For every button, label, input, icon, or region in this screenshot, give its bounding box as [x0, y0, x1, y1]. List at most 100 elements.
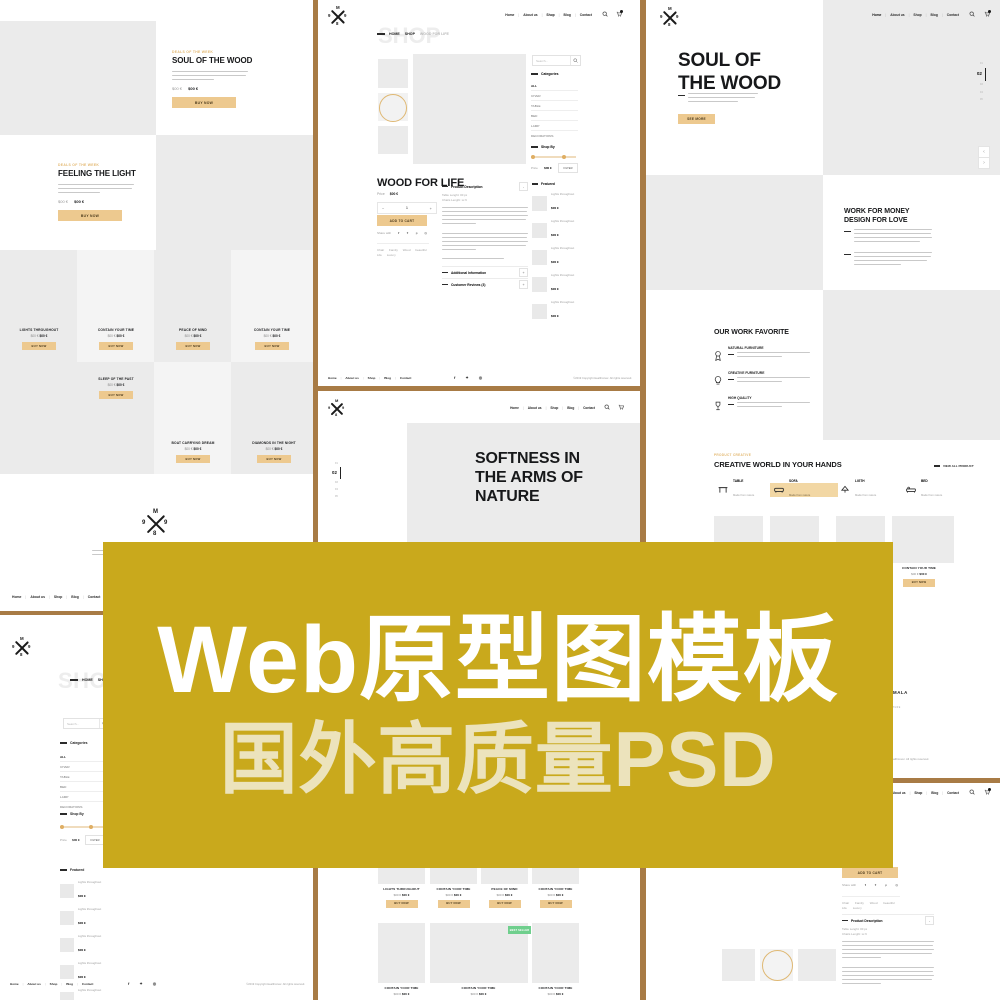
product-tile[interactable]: LIGHTS THROUGHOUT $00 € $00 € BUY NOW — [12, 328, 66, 350]
nav-item-blog[interactable]: Blog — [564, 13, 571, 17]
footer-link[interactable]: Contact — [82, 982, 94, 986]
cart-icon[interactable] — [984, 10, 991, 18]
category-item-lamp[interactable]: LAMP — [531, 121, 578, 131]
filter-button[interactable]: FILTER — [557, 163, 578, 173]
product-tags[interactable]: Chair Family Wood beautiful Life Luxury — [377, 243, 429, 258]
nav-item-shop[interactable]: Shop — [914, 791, 922, 795]
category-tab-bed[interactable]: BED Made from nature — [902, 479, 970, 497]
tag[interactable]: Chair — [842, 901, 849, 905]
cart-icon[interactable] — [616, 10, 623, 18]
product-tile[interactable]: CONTAIN YOUR TIME $00 € $00 € — [527, 986, 584, 996]
featured-item[interactable]: Lights throughout $00 € — [532, 273, 594, 295]
instagram-icon[interactable]: ◎ — [479, 375, 483, 380]
slide-number[interactable]: 03 — [335, 479, 338, 486]
nav-item-about[interactable]: About us — [523, 13, 537, 17]
tag[interactable]: Luxury — [853, 906, 862, 910]
search-input[interactable]: Search... — [532, 55, 581, 66]
featured-item[interactable]: Lights throughout $00 € — [60, 934, 120, 956]
slider-pagination[interactable]: 01 02 03 04 05 — [977, 60, 986, 104]
nav-item-shop[interactable]: Shop — [913, 13, 921, 17]
facebook-icon[interactable]: f — [454, 375, 455, 380]
product-tile[interactable]: PEACE OF MIND $00 € $00 € BUY NOW — [166, 328, 220, 350]
twitter-icon[interactable]: ✦ — [874, 883, 877, 887]
footer-link[interactable]: Blog — [66, 982, 73, 986]
add-to-cart-button[interactable]: ADD TO CART — [842, 867, 898, 878]
footer-link[interactable]: Contact — [88, 595, 101, 599]
nav-item-home[interactable]: Home — [505, 13, 514, 17]
accordion-product-description[interactable]: Product Description - — [442, 181, 528, 192]
quantity-stepper[interactable]: − 1 + — [377, 202, 437, 214]
product-tile[interactable]: CONTAIN YOUR TIME $00 € $00 € BUY NOW — [245, 328, 299, 350]
buy-now-button[interactable]: BUY NOW — [257, 455, 291, 463]
category-item-decorations[interactable]: DECORATIONS — [60, 802, 105, 811]
main-nav[interactable]: Home| About us| Shop| Blog| Contact — [510, 404, 625, 411]
logo-mark[interactable]: M 9 9 8 — [328, 5, 348, 27]
product-tile[interactable]: CONTAIN YOUR TIME $00 € $00 € BUY NOW — [425, 887, 482, 908]
search-icon[interactable] — [602, 11, 608, 18]
featured-item[interactable]: Lights throughout $00 € — [532, 300, 594, 322]
gallery-thumb[interactable] — [722, 949, 755, 981]
buy-now-button[interactable]: BUY NOW — [903, 578, 935, 587]
search-icon[interactable] — [969, 11, 975, 18]
see-more-button[interactable]: SEE MORE — [678, 114, 715, 124]
buy-now-button[interactable]: BUY NOW — [22, 342, 56, 350]
buy-now-button[interactable]: BUY NOW — [99, 342, 133, 350]
featured-item[interactable]: Lights throughout $00 € — [60, 961, 120, 983]
nav-item-shop[interactable]: Shop — [550, 406, 558, 410]
category-item-lamp[interactable]: LAMP — [60, 792, 105, 802]
instagram-icon[interactable]: ◎ — [153, 981, 157, 986]
footer-link[interactable]: About us — [345, 376, 358, 380]
featured-item[interactable]: Lights throughout $00 € — [60, 880, 120, 902]
footer-link[interactable]: Shop — [50, 982, 58, 986]
qty-decrement[interactable]: − — [382, 206, 384, 211]
tag[interactable]: Wood — [403, 248, 411, 252]
tag[interactable]: Wood — [870, 901, 878, 905]
slide-number-active[interactable]: 02 — [977, 67, 986, 81]
category-tab-sofa[interactable]: SOFA Made from nature — [770, 479, 838, 497]
breadcrumb[interactable]: HOME SHOP WOOD FOR LIFE — [377, 32, 449, 36]
footer-nav[interactable]: Home | About us | Shop | Blog | Contact — [10, 982, 93, 986]
buy-now-button[interactable]: BUY NOW — [539, 899, 572, 908]
facebook-icon[interactable]: f — [398, 231, 399, 235]
category-item-bed[interactable]: BED — [531, 111, 578, 121]
deal-buy-now-button[interactable]: BUY NOW — [172, 97, 236, 109]
category-item-all[interactable]: ALL — [60, 752, 105, 762]
footer-nav[interactable]: Home | About us | Shop | Blog | Contact — [328, 376, 411, 380]
tag[interactable]: Chair — [377, 248, 384, 252]
slide-number[interactable]: 03 — [980, 81, 983, 89]
accordion-product-description[interactable]: Product Description - — [842, 914, 934, 926]
accordion-toggle[interactable]: - — [519, 182, 528, 191]
product-tile[interactable]: CONTAIN YOUR TIME $00 € $00 € — [450, 986, 507, 996]
nav-item-blog[interactable]: Blog — [931, 791, 938, 795]
category-item-all[interactable]: ALL — [531, 81, 578, 91]
pinterest-icon[interactable]: p — [416, 231, 418, 235]
pinterest-icon[interactable]: p — [885, 883, 887, 887]
buy-now-button[interactable]: BUY NOW — [385, 899, 418, 908]
search-icon[interactable] — [969, 789, 975, 796]
product-tags[interactable]: Chair Family Wood beautiful Life Luxury — [842, 896, 900, 911]
view-all-product-link[interactable]: VIEW ALL PRODUCT — [934, 464, 974, 468]
nav-item-contact[interactable]: Contact — [580, 13, 592, 17]
slide-number[interactable]: 01 — [335, 460, 338, 467]
nav-item-shop[interactable]: Shop — [546, 13, 554, 17]
facebook-icon[interactable]: f — [865, 883, 866, 887]
instagram-icon[interactable]: ◎ — [895, 883, 898, 887]
footer-link[interactable]: Home — [328, 376, 337, 380]
buy-now-button[interactable]: BUY NOW — [255, 342, 289, 350]
tag[interactable]: Luxury — [387, 253, 396, 257]
slide-number[interactable]: 05 — [335, 493, 338, 500]
price-range-slider[interactable] — [60, 824, 103, 829]
category-item-decorations[interactable]: DECORATIONS — [531, 131, 578, 140]
breadcrumb-home[interactable]: HOME — [389, 32, 400, 36]
gallery-thumb[interactable] — [378, 59, 408, 88]
slide-number[interactable]: 04 — [335, 486, 338, 493]
footer-link[interactable]: Shop — [368, 376, 376, 380]
footer-link[interactable]: About us — [27, 982, 40, 986]
nav-item-blog[interactable]: Blog — [931, 13, 938, 17]
accordion-toggle[interactable]: + — [519, 280, 528, 289]
share-row[interactable]: Share with f ✦ p ◎ — [377, 231, 427, 235]
category-item-chair[interactable]: CHAIR — [60, 762, 105, 772]
product-tile[interactable]: CONTAIN YOUR TIME $00 € $00 € BUY NOW — [886, 566, 952, 587]
category-list[interactable]: ALL CHAIR TABLE BED LAMP DECORATIONS — [60, 752, 105, 811]
nav-item-home[interactable]: Home — [872, 13, 881, 17]
